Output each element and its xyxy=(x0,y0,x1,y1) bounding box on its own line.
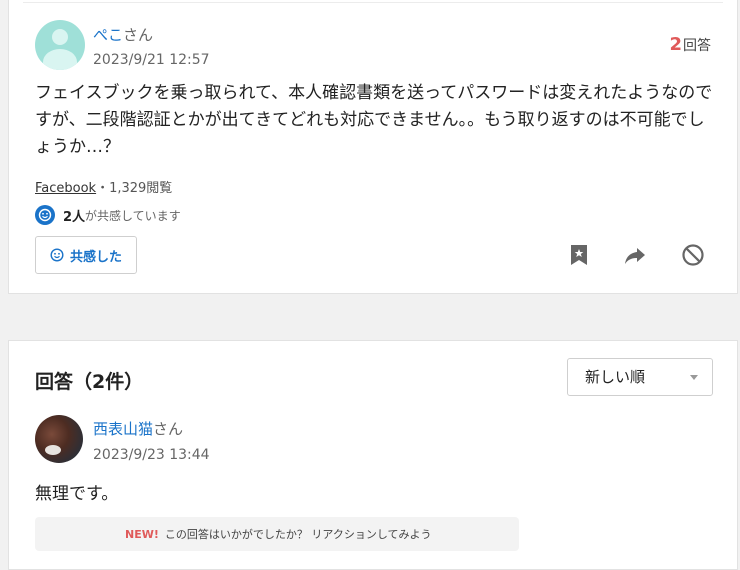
smile-icon xyxy=(50,248,64,262)
answer-count-label: 回答 xyxy=(683,38,711,54)
smile-icon xyxy=(35,205,55,225)
answer-text: 無理です。 xyxy=(35,484,119,504)
sort-select[interactable]: 新しい順 xyxy=(567,358,713,396)
category-link[interactable]: Facebook xyxy=(35,181,96,196)
reaction-banner[interactable]: NEW! この回答はいかがでしたか？ リアクションしてみよう xyxy=(35,517,519,551)
answers-title: 回答（2件） xyxy=(35,371,144,393)
block-icon[interactable] xyxy=(681,243,705,267)
answer-user-name[interactable]: 西表山猫 xyxy=(93,420,153,438)
empathy-label: が共感しています xyxy=(85,208,181,223)
view-count: ・1,329閲覧 xyxy=(96,181,173,196)
avatar[interactable] xyxy=(35,20,85,70)
answer-date: 2023/9/23 13:44 xyxy=(93,447,210,463)
empathy-button[interactable]: 共感した xyxy=(35,236,137,274)
empathy-summary: 2人 が共感しています xyxy=(35,205,181,225)
question-text: フェイスブックを乗っ取られて、本人確認書類を送ってパスワードは変えれたようなので… xyxy=(35,83,713,157)
bookmark-icon[interactable] xyxy=(567,243,591,267)
new-badge: NEW! xyxy=(125,527,159,541)
sort-selected-label: 新しい順 xyxy=(585,368,646,386)
question-meta: Facebook・1,329閲覧 xyxy=(35,177,172,196)
divider xyxy=(23,2,723,3)
caret-down-icon xyxy=(690,375,698,380)
question-card: ぺこさん 2023/9/21 12:57 2回答 フェイスブックを乗っ取られて、… xyxy=(8,0,738,294)
share-icon[interactable] xyxy=(623,243,647,267)
reaction-prompt: この回答はいかがでしたか？ リアクションしてみよう xyxy=(164,528,432,541)
question-user: ぺこさん xyxy=(93,24,153,45)
empathy-count: 2人 xyxy=(63,209,86,225)
answer-user-honorific: さん xyxy=(153,420,184,438)
answers-card: 回答（2件） 新しい順 西表山猫さん 2023/9/23 13:44 無理です。… xyxy=(8,340,738,570)
question-user-name[interactable]: ぺこ xyxy=(93,26,123,44)
question-user-honorific: さん xyxy=(123,26,154,44)
question-date: 2023/9/21 12:57 xyxy=(93,52,210,68)
answer-count-number: 2 xyxy=(669,34,682,55)
answer-user: 西表山猫さん xyxy=(93,418,183,439)
answer-count: 2回答 xyxy=(669,34,711,55)
answer-avatar[interactable] xyxy=(35,415,83,463)
empathy-button-label: 共感した xyxy=(69,249,122,265)
